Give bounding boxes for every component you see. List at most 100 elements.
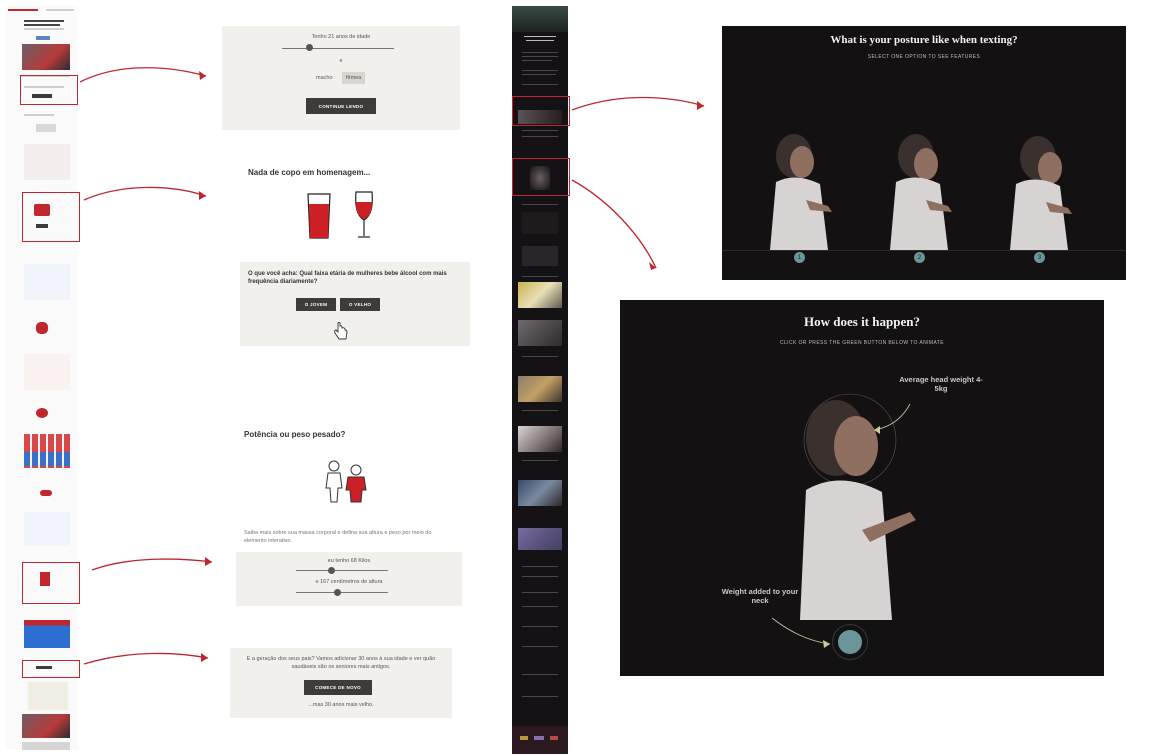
height-slider[interactable] — [296, 592, 388, 593]
strip-line — [522, 410, 558, 411]
age-label: Tenho 21 anos de idade — [311, 34, 371, 40]
weight-label: eu tenho 68 Kilos — [327, 558, 371, 564]
weight-description: Saiba mais sobre sua massa corporal e de… — [244, 530, 432, 544]
posture-panel: What is your posture like when texting? … — [722, 26, 1126, 280]
strip-photo — [518, 282, 562, 308]
posture-option-1-button[interactable]: 1 — [794, 252, 805, 263]
thumb-button — [32, 94, 52, 98]
posture-figure-1[interactable] — [762, 126, 852, 250]
strip-line — [522, 84, 558, 85]
weight-panel: Potência ou peso pesado? Saiba mais sobr… — [236, 420, 462, 606]
height-label: e 167 centímetros de altura — [315, 579, 383, 585]
page: Tenho 21 anos de idade e macho fêmea CON… — [0, 0, 1154, 756]
thumb-button — [36, 666, 52, 669]
body-figures-illustration — [325, 460, 367, 503]
weight-panel-title: Potência ou peso pesado? — [244, 430, 346, 439]
restart-footer: ...mas 30 anos mais velho. — [308, 702, 374, 708]
strip-highlight-2 — [512, 158, 570, 196]
thumb-image — [22, 714, 70, 738]
weight-slider-knob[interactable] — [328, 567, 335, 574]
strip-hero — [512, 6, 568, 32]
thumb-chart — [24, 144, 70, 180]
strip-line — [522, 52, 558, 53]
weight-slider[interactable] — [296, 570, 388, 571]
arrow-6 — [571, 179, 657, 269]
strip-photo — [518, 480, 562, 506]
glass-panel: Nada de copo em homenagem... O que você … — [240, 160, 470, 346]
strip-line — [522, 626, 558, 627]
highlight-box-3 — [22, 562, 80, 604]
strip-line — [522, 576, 558, 577]
strip-line — [522, 356, 558, 357]
thumb-chart — [24, 264, 70, 300]
answer-young-button[interactable]: O JOVEM — [296, 298, 336, 311]
posture-option-3-button[interactable]: 3 — [1034, 252, 1045, 263]
answer-old-button[interactable]: O VELHO — [340, 298, 380, 311]
strip-line — [522, 460, 558, 461]
strip-line — [522, 674, 558, 675]
how-title: How does it happen? — [804, 314, 920, 329]
restart-panel: E a geração dos seus pais? Vamos adicion… — [230, 648, 452, 718]
thumb-block — [28, 682, 68, 710]
strip-line — [522, 204, 558, 205]
arrow-4 — [83, 652, 209, 665]
thumb-figures — [40, 572, 50, 586]
height-slider-knob[interactable] — [334, 589, 341, 596]
posture-figure-2[interactable] — [882, 126, 972, 250]
annotation-curves — [771, 403, 911, 648]
pointer-hand-icon — [334, 322, 348, 340]
thumb-hero-image — [22, 44, 70, 70]
continue-reading-button[interactable]: CONTINUE LENDO — [306, 98, 376, 114]
strip-photo — [518, 426, 562, 452]
strip-line — [522, 606, 558, 607]
age-panel: Tenho 21 anos de idade e macho fêmea CON… — [222, 26, 460, 130]
posture-option-2-button[interactable]: 2 — [914, 252, 925, 263]
quiz-box: O que você acha: Qual faixa etária de mu… — [240, 262, 470, 346]
thumb-line — [46, 9, 74, 11]
posture-subtitle: SELECT ONE OPTION TO SEE FEATURES — [867, 54, 981, 60]
highlight-box-4 — [22, 660, 80, 678]
strip-line — [526, 40, 554, 41]
arrow-2 — [83, 186, 207, 201]
age-slider[interactable] — [282, 48, 394, 49]
thumb-icon — [36, 408, 48, 418]
thumb-line — [24, 114, 54, 116]
posture-figure-3[interactable] — [1002, 126, 1092, 250]
start-again-button[interactable]: COMECE DE NOVO — [304, 680, 372, 695]
strip-line — [522, 646, 558, 647]
strip-footer — [512, 726, 568, 754]
strip-photo — [518, 528, 562, 550]
thumb-line — [24, 24, 60, 26]
thumb-bar-chart — [24, 452, 70, 466]
quiz-question: O que você acha: Qual faixa etária de mu… — [248, 271, 447, 286]
thumb-chart — [24, 354, 70, 390]
strip-footer-logo — [550, 736, 558, 740]
restart-text: E a geração dos seus pais? Vamos adicion… — [246, 656, 436, 670]
posture-baseline — [722, 250, 1126, 251]
thumb-footer — [22, 742, 70, 750]
animate-green-button[interactable] — [838, 630, 862, 654]
thumb-line — [24, 20, 64, 22]
glass-panel-title: Nada de copo em homenagem... — [248, 168, 371, 177]
option-male[interactable]: macho — [316, 75, 333, 81]
strip-line — [522, 566, 558, 567]
strip-line — [522, 70, 558, 71]
highlight-box-1 — [20, 75, 78, 105]
thumb-icon — [36, 322, 48, 334]
drink-glasses-illustration — [307, 191, 373, 239]
how-it-happens-panel: How does it happen? CLICK OR PRESS THE G… — [620, 300, 1104, 676]
strip-line — [522, 696, 558, 697]
strip-block — [522, 246, 558, 266]
thumb-chart — [24, 512, 70, 546]
strip-line — [524, 36, 556, 37]
option-female[interactable]: fêmea — [342, 72, 366, 84]
thumb-area-chart — [24, 620, 70, 648]
age-slider-knob[interactable] — [306, 44, 313, 51]
strip-line — [522, 60, 552, 61]
arrow-1 — [79, 67, 207, 83]
strip-line — [522, 130, 558, 131]
article-thumbnail-column — [6, 6, 80, 750]
thumb-chart — [36, 124, 56, 132]
strip-line — [522, 74, 556, 75]
strip-footer-logo — [534, 736, 544, 740]
